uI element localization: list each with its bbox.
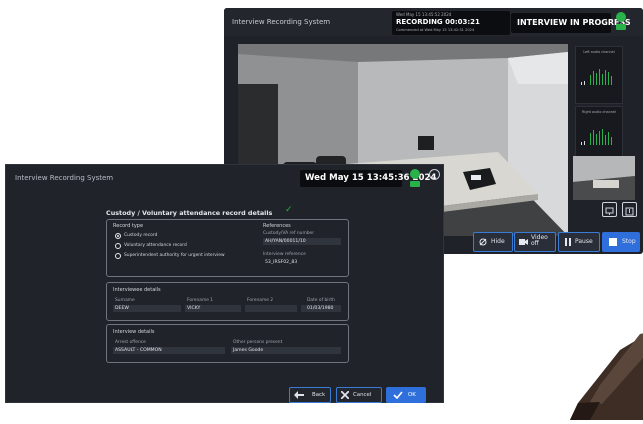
monitor-icon-button[interactable] (602, 202, 617, 217)
form-status-icons (410, 169, 420, 191)
forename1-value: VICKY (187, 306, 201, 311)
recording-timer: RECORDING 00:03:21 (396, 18, 480, 26)
recording-status-icons (616, 12, 630, 34)
tape-icon (616, 24, 626, 30)
forename1-field[interactable]: VICKY (185, 305, 241, 312)
pause-button[interactable]: Pause (558, 232, 600, 252)
device-corner-shape (570, 333, 643, 420)
stop-label: Stop (622, 238, 636, 245)
ok-label: OK (408, 392, 416, 398)
form-window-title: Interview Recording System (15, 174, 114, 182)
interviewee-title: Interviewee details (113, 287, 161, 293)
interview-ref-value: 53_IRSF02_83 (265, 260, 298, 265)
status-ok-icon (410, 169, 420, 179)
tape-icon (410, 181, 420, 187)
custody-ref-label: Custody/VA ref number (263, 231, 315, 236)
radio-voluntary-dot[interactable] (115, 243, 121, 249)
others-present-field[interactable]: James Goode (231, 347, 341, 354)
interview-ref-label: Interview reference (263, 252, 306, 257)
back-label: Back (312, 392, 326, 398)
surname-value: DEEW (115, 306, 129, 311)
right-audio-meter (581, 127, 617, 145)
others-present-value: James Goode (233, 348, 264, 353)
right-audio-title: Right audio channel (582, 110, 616, 114)
cancel-label: Cancel (353, 392, 372, 398)
custody-ref-value: AH/YAN/00011/10 (265, 239, 306, 244)
radio-custody-label: Custody record (124, 233, 158, 238)
left-audio-panel: Left audio channel (575, 46, 623, 104)
stop-icon (609, 238, 617, 246)
export-icon-button[interactable] (622, 202, 637, 217)
others-present-label: Other persons present (233, 340, 283, 345)
interview-status-label: INTERVIEW IN PROGRESS (517, 18, 631, 27)
monitor-icon (605, 207, 614, 215)
pause-icon (565, 238, 571, 246)
hide-button[interactable]: Hide (473, 232, 513, 252)
hide-icon (479, 238, 487, 246)
dob-value: 01/03/1980 (307, 306, 334, 311)
ok-button[interactable]: OK (386, 387, 426, 403)
recording-window-title: Interview Recording System (232, 18, 331, 26)
forename1-label: Forename 1 (187, 298, 214, 303)
radio-superintendent-dot[interactable] (115, 253, 121, 259)
stop-button[interactable]: Stop (602, 232, 640, 252)
pause-label: Pause (575, 238, 593, 245)
back-button[interactable]: Back (289, 387, 331, 403)
status-date: Wed May 15 13:45:52 2024 (396, 12, 452, 17)
recording-status-box: Wed May 15 13:45:52 2024 RECORDING 00:03… (392, 11, 510, 35)
left-audio-title: Left audio channel (583, 50, 615, 54)
forename2-field[interactable] (245, 305, 297, 312)
interview-status-box: INTERVIEW IN PROGRESS (511, 13, 631, 33)
offence-label: Arrest offence (115, 340, 146, 345)
radio-voluntary-label: Voluntary attendance record (124, 243, 187, 248)
custody-ref-field[interactable]: AH/YAN/00011/10 (263, 238, 341, 245)
forename2-label: Forename 2 (247, 298, 274, 303)
video-off-button[interactable]: Video off (514, 232, 556, 252)
interviewee-card: Interviewee details Surname DEEW Forenam… (106, 282, 349, 321)
cancel-button[interactable]: Cancel (336, 387, 382, 403)
close-icon (341, 391, 349, 399)
thumbnail-room-image (573, 156, 635, 200)
radio-superintendent-label: Superintendent authority for urgent inte… (124, 253, 225, 258)
offence-field[interactable]: ASSAULT - COMMON (113, 347, 225, 354)
interview-details-title: Interview details (113, 329, 155, 335)
check-icon: ✓ (285, 205, 293, 215)
video-off-icon (519, 239, 528, 245)
interview-ref-field: 53_IRSF02_83 (263, 259, 341, 266)
references-title: References (263, 223, 291, 229)
video-off-label: Video off (531, 234, 548, 247)
record-type-card: Record type Custody record Voluntary att… (106, 219, 349, 277)
interview-details-card: Interview details Arrest offence ASSAULT… (106, 324, 349, 363)
record-details-window: Interview Recording System Wed May 15 13… (5, 164, 444, 403)
dob-label: Date of birth (307, 298, 335, 303)
settings-icon[interactable] (429, 169, 440, 180)
left-audio-meter (581, 67, 617, 85)
form-heading: Custody / Voluntary attendance record de… (106, 209, 273, 217)
arrow-left-icon (294, 391, 304, 399)
recording-commenced: Commenced at Wed May 15 13:42:31 2024 (396, 28, 475, 32)
radio-custody-dot[interactable] (115, 233, 121, 239)
record-type-title: Record type (113, 223, 144, 229)
surname-field[interactable]: DEEW (113, 305, 181, 312)
status-ok-icon (616, 12, 626, 22)
dob-field[interactable]: 01/03/1980 (301, 305, 341, 312)
recorder-device-image (560, 330, 643, 420)
check-icon (393, 391, 403, 399)
camera-thumbnail[interactable] (573, 156, 635, 200)
export-icon (625, 207, 634, 216)
clock-box: Wed May 15 13:45:36 2024 (300, 170, 436, 187)
hide-label: Hide (491, 238, 505, 245)
offence-value: ASSAULT - COMMON (115, 348, 162, 353)
surname-label: Surname (115, 298, 135, 303)
